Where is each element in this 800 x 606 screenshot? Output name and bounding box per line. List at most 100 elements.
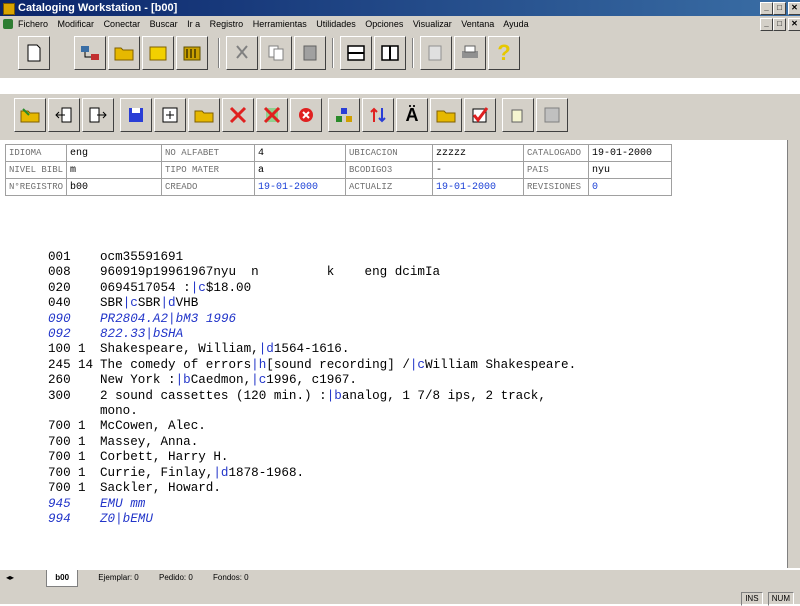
print-preview-button[interactable] bbox=[420, 36, 452, 70]
diacritics-button[interactable]: Ä bbox=[396, 98, 428, 132]
menu-ir-a[interactable]: Ir a bbox=[187, 19, 200, 29]
delete-record-button[interactable] bbox=[256, 98, 288, 132]
marc-field-text[interactable]: Massey, Anna. bbox=[100, 435, 198, 450]
field-value-idioma[interactable]: eng bbox=[66, 144, 163, 162]
marc-field-text[interactable]: 0694517054 :|c$18.00 bbox=[100, 281, 251, 296]
marc-field-text[interactable]: 960919p19961967nyu n k eng dcimIa bbox=[100, 265, 440, 280]
menu-registro[interactable]: Registro bbox=[210, 19, 244, 29]
marc-field-text[interactable]: ocm35591691 bbox=[100, 250, 183, 265]
marc-field-row[interactable]: 245 14 The comedy of errors|h[sound record… bbox=[48, 358, 576, 373]
marc-field-text[interactable]: EMU mm bbox=[100, 497, 145, 512]
next-record-button[interactable] bbox=[82, 98, 114, 132]
doc-close-button[interactable]: ✕ bbox=[788, 18, 800, 31]
close-button[interactable]: ✕ bbox=[788, 2, 800, 15]
marc-field-row[interactable]: 260 New York :|bCaedmon,|c1996, c1967. bbox=[48, 373, 576, 388]
doc-restore-button[interactable]: □ bbox=[773, 18, 786, 31]
sort-button[interactable] bbox=[362, 98, 394, 132]
spine-label-button[interactable] bbox=[536, 98, 568, 132]
maximize-button[interactable]: □ bbox=[773, 2, 786, 15]
field-value-pais[interactable]: nyu bbox=[588, 161, 673, 179]
field-value-catalogado[interactable]: 19-01-2000 bbox=[588, 144, 673, 162]
paste-button[interactable] bbox=[294, 36, 326, 70]
marc-field-text[interactable]: SBR|cSBR|dVHB bbox=[100, 296, 198, 311]
marc-field-text[interactable]: New York :|bCaedmon,|c1996, c1967. bbox=[100, 373, 357, 388]
marc-field-row[interactable]: 700 1 Currie, Finlay,|d1878-1968. bbox=[48, 466, 576, 481]
marc-field-text[interactable]: Currie, Finlay,|d1878-1968. bbox=[100, 466, 304, 481]
field-value-revisiones[interactable]: 0 bbox=[588, 178, 673, 196]
tab-fondos[interactable]: Fondos: 0 bbox=[213, 570, 249, 586]
scroll-arrows-icon[interactable]: ◂▸ bbox=[6, 573, 14, 582]
marc-field-row[interactable]: 100 1 Shakespeare, William,|d1564-1616. bbox=[48, 342, 576, 357]
vertical-scrollbar[interactable] bbox=[787, 140, 800, 568]
key-folder-button[interactable] bbox=[430, 98, 462, 132]
marc-field-text[interactable]: 822.33|bSHA bbox=[100, 327, 183, 342]
copy-button[interactable] bbox=[260, 36, 292, 70]
menu-ventana[interactable]: Ventana bbox=[461, 19, 494, 29]
marc-field-row[interactable]: 700 1 Sackler, Howard. bbox=[48, 481, 576, 496]
menu-fichero[interactable]: Fichero bbox=[18, 19, 48, 29]
open-record-button[interactable] bbox=[14, 98, 46, 132]
marc-field-row[interactable]: 700 1 Massey, Anna. bbox=[48, 435, 576, 450]
marc-field-row[interactable]: 090 PR2804.A2|bM3 1996 bbox=[48, 312, 576, 327]
new-button[interactable] bbox=[18, 36, 50, 70]
marc-field-text[interactable]: Shakespeare, William,|d1564-1616. bbox=[100, 342, 349, 357]
marc-field-row[interactable]: 945 EMU mm bbox=[48, 497, 576, 512]
field-value-ubicacion[interactable]: zzzzz bbox=[432, 144, 525, 162]
menu-utilidades[interactable]: Utilidades bbox=[316, 19, 356, 29]
cancel-button[interactable] bbox=[290, 98, 322, 132]
marc-field-text[interactable]: mono. bbox=[100, 404, 138, 419]
marc-field-text[interactable]: Corbett, Harry H. bbox=[100, 450, 228, 465]
marc-field-text[interactable]: McCowen, Alec. bbox=[100, 419, 206, 434]
doc-minimize-button[interactable]: _ bbox=[760, 18, 773, 31]
print-button[interactable] bbox=[454, 36, 486, 70]
delete-field-button[interactable] bbox=[222, 98, 254, 132]
menu-herramientas[interactable]: Herramientas bbox=[253, 19, 307, 29]
folder-button[interactable] bbox=[142, 36, 174, 70]
marc-field-text[interactable]: 2 sound cassettes (120 min.) :|banalog, … bbox=[100, 389, 546, 404]
marc-field-text[interactable]: PR2804.A2|bM3 1996 bbox=[100, 312, 236, 327]
folder-record-button[interactable] bbox=[188, 98, 220, 132]
connect-button[interactable] bbox=[74, 36, 106, 70]
previous-record-button[interactable] bbox=[48, 98, 80, 132]
marc-field-row[interactable]: 092 822.33|bSHA bbox=[48, 327, 576, 342]
insert-record-button[interactable] bbox=[154, 98, 186, 132]
marc-field-text[interactable]: Sackler, Howard. bbox=[100, 481, 221, 496]
marc-field-row[interactable]: mono. bbox=[48, 404, 576, 419]
field-value-creado[interactable]: 19-01-2000 bbox=[254, 178, 347, 196]
tab-pedido[interactable]: Pedido: 0 bbox=[159, 570, 193, 586]
save-library-button[interactable] bbox=[176, 36, 208, 70]
menu-visualizar[interactable]: Visualizar bbox=[413, 19, 452, 29]
menu-conectar[interactable]: Conectar bbox=[104, 19, 141, 29]
marc-field-row[interactable]: 008 960919p19961967nyu n k eng dcimIa bbox=[48, 265, 576, 280]
menu-modificar[interactable]: Modificar bbox=[58, 19, 95, 29]
marc-record[interactable]: 001 ocm35591691 008 960919p19961967nyu n k … bbox=[48, 250, 576, 527]
network-record-button[interactable] bbox=[328, 98, 360, 132]
open-folder-button[interactable] bbox=[108, 36, 140, 70]
marc-field-row[interactable]: 300 2 sound cassettes (120 min.) :|banalo… bbox=[48, 389, 576, 404]
menu-ayuda[interactable]: Ayuda bbox=[503, 19, 528, 29]
marc-field-row[interactable]: 020 0694517054 :|c$18.00 bbox=[48, 281, 576, 296]
validate-button[interactable] bbox=[464, 98, 496, 132]
field-value-tipo-mater[interactable]: a bbox=[254, 161, 347, 179]
menu-buscar[interactable]: Buscar bbox=[150, 19, 178, 29]
marc-field-text[interactable]: Z0|bEMU bbox=[100, 512, 153, 527]
field-value-nivel-bibl[interactable]: m bbox=[66, 161, 163, 179]
marc-field-text[interactable]: The comedy of errors|h[sound recording] … bbox=[100, 358, 576, 373]
template-button[interactable] bbox=[502, 98, 534, 132]
marc-field-row[interactable]: 001 ocm35591691 bbox=[48, 250, 576, 265]
menu-opciones[interactable]: Opciones bbox=[365, 19, 403, 29]
cut-button[interactable] bbox=[226, 36, 258, 70]
tab-b00[interactable]: b00 bbox=[46, 570, 79, 587]
field-value-no-alfabet[interactable]: 4 bbox=[254, 144, 347, 162]
field-value-actualiz[interactable]: 19-01-2000 bbox=[432, 178, 525, 196]
save-record-button[interactable] bbox=[120, 98, 152, 132]
field-value-n-registro[interactable]: b00 bbox=[66, 178, 163, 196]
marc-field-row[interactable]: 040 SBR|cSBR|dVHB bbox=[48, 296, 576, 311]
marc-field-row[interactable]: 994 Z0|bEMU bbox=[48, 512, 576, 527]
minimize-button[interactable]: _ bbox=[760, 2, 773, 15]
field-value-bcodigo3[interactable]: - bbox=[432, 161, 525, 179]
vertical-split-button[interactable] bbox=[374, 36, 406, 70]
horizontal-split-button[interactable] bbox=[340, 36, 372, 70]
tab-ejemplar[interactable]: Ejemplar: 0 bbox=[98, 570, 138, 586]
marc-field-row[interactable]: 700 1 Corbett, Harry H. bbox=[48, 450, 576, 465]
